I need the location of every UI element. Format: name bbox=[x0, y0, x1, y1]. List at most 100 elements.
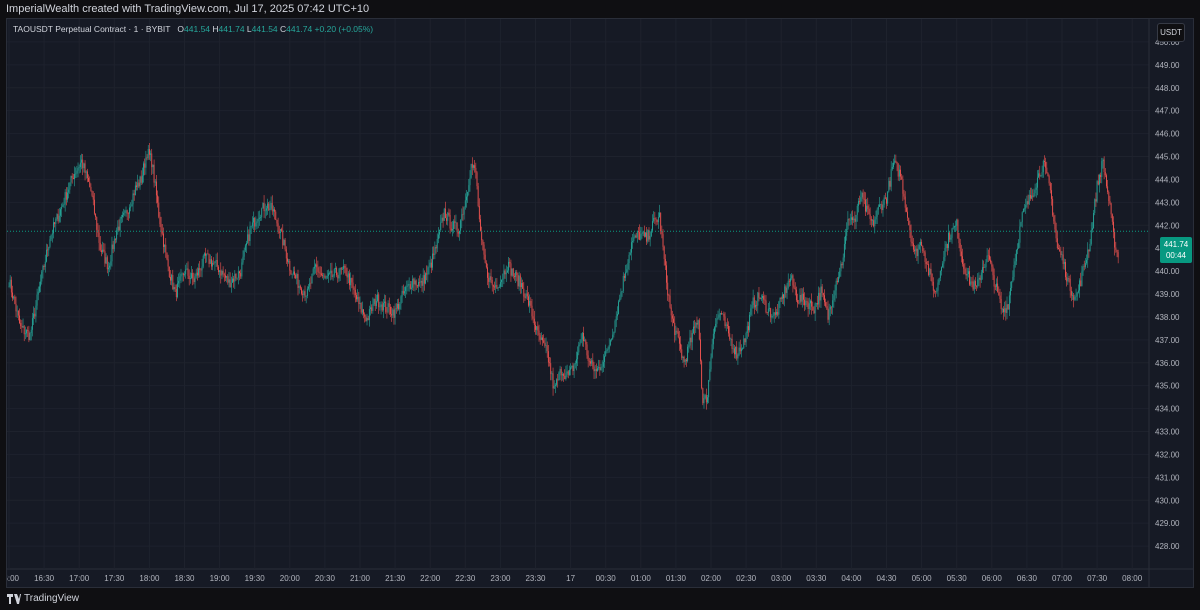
candle-body bbox=[159, 216, 161, 225]
candle-body bbox=[1093, 212, 1095, 229]
y-tick-label: 440.00 bbox=[1155, 267, 1180, 276]
candle-body bbox=[418, 282, 419, 287]
candle-body bbox=[553, 385, 555, 389]
candle-body bbox=[177, 283, 178, 297]
candle-body bbox=[680, 343, 682, 350]
candle-body bbox=[533, 318, 535, 326]
candle-body bbox=[125, 210, 127, 212]
candle-body bbox=[538, 330, 540, 336]
candle-body bbox=[54, 222, 56, 225]
candle-body bbox=[411, 287, 412, 289]
x-tick-label: 19:30 bbox=[245, 574, 266, 583]
footer-brand[interactable]: TradingView bbox=[24, 588, 79, 610]
candle-body bbox=[299, 285, 301, 289]
candle-body bbox=[161, 231, 163, 234]
candle-body bbox=[641, 233, 643, 235]
candle-body bbox=[937, 282, 939, 291]
candle-body bbox=[663, 246, 665, 260]
candle-body bbox=[849, 219, 851, 221]
candle-body bbox=[965, 273, 967, 276]
candle-body bbox=[404, 291, 405, 294]
candle-body bbox=[767, 308, 769, 313]
candle-body bbox=[702, 387, 704, 404]
currency-button[interactable]: USDT bbox=[1157, 23, 1185, 42]
candle-body bbox=[79, 162, 81, 168]
candle-body bbox=[929, 268, 931, 276]
candle-body bbox=[21, 326, 23, 328]
candle-body bbox=[1032, 195, 1034, 197]
candle-body bbox=[23, 326, 25, 335]
candle-body bbox=[75, 173, 77, 175]
candle-body bbox=[856, 205, 858, 215]
candle-body bbox=[558, 372, 560, 381]
candle-body bbox=[455, 222, 457, 224]
candle-body bbox=[864, 199, 866, 212]
candle-body bbox=[31, 318, 33, 330]
chart-pane[interactable]: 428.00 429.00 430.00 431.00 432.00 433.00 434.… bbox=[6, 18, 1194, 588]
candle-body bbox=[818, 292, 820, 305]
candle-body bbox=[517, 274, 519, 287]
candle-body bbox=[1104, 171, 1106, 176]
candle-body bbox=[154, 181, 156, 183]
candle-body bbox=[151, 153, 153, 168]
y-tick-label: 433.00 bbox=[1155, 428, 1180, 437]
candle-body bbox=[843, 243, 845, 258]
candlestick-chart[interactable]: 428.00 429.00 430.00 431.00 432.00 433.00 434.… bbox=[7, 19, 1193, 587]
candle-body bbox=[67, 192, 68, 200]
x-tick-label: 22:00 bbox=[420, 574, 441, 583]
candle-body bbox=[138, 182, 140, 187]
candle-body bbox=[310, 282, 312, 284]
candle-body bbox=[48, 246, 50, 251]
candle-body bbox=[429, 262, 431, 267]
candle-body bbox=[1017, 248, 1018, 251]
candle-body bbox=[693, 326, 694, 333]
candle-body bbox=[491, 279, 493, 286]
candle-body bbox=[829, 306, 831, 310]
legend-change: +0.20 (+0.05%) bbox=[314, 24, 374, 34]
candle-body bbox=[360, 303, 362, 313]
candle-body bbox=[841, 263, 843, 266]
candle-body bbox=[344, 265, 346, 268]
candle-body bbox=[643, 232, 645, 237]
candle-body bbox=[408, 284, 410, 285]
candle-body bbox=[322, 275, 324, 276]
candle-body bbox=[626, 269, 628, 273]
candle-body bbox=[422, 275, 424, 286]
tradingview-logo-icon[interactable] bbox=[7, 594, 21, 604]
candle-body bbox=[377, 294, 378, 302]
candle-body bbox=[521, 283, 522, 288]
candle-body bbox=[502, 278, 504, 280]
candle-body bbox=[1067, 278, 1069, 282]
candle-body bbox=[364, 314, 366, 317]
candle-body bbox=[1042, 160, 1044, 173]
candle-body bbox=[288, 260, 290, 262]
candle-body bbox=[106, 257, 108, 270]
candle-body bbox=[526, 293, 528, 297]
candle-body bbox=[316, 264, 318, 268]
candle-body bbox=[457, 231, 459, 234]
candle-body bbox=[33, 313, 35, 319]
candle-body bbox=[972, 281, 974, 290]
candle-body bbox=[832, 300, 834, 308]
candle-body bbox=[420, 280, 422, 283]
candle-body bbox=[124, 210, 126, 213]
candle-body bbox=[1110, 203, 1112, 215]
candle-body bbox=[442, 217, 444, 221]
candle-body bbox=[225, 275, 226, 278]
candle-body bbox=[908, 217, 910, 225]
x-tick-label: 17 bbox=[566, 574, 575, 583]
candle-body bbox=[444, 208, 446, 219]
candle-body bbox=[745, 333, 747, 343]
legend-symbol[interactable]: TAOUSDT Perpetual Contract · 1 · BYBIT bbox=[13, 24, 170, 34]
candle-body bbox=[868, 208, 870, 215]
candle-body bbox=[320, 273, 322, 276]
x-tick-label: 03:30 bbox=[806, 574, 827, 583]
candle-body bbox=[13, 296, 15, 299]
candle-body bbox=[1045, 162, 1047, 168]
candle-body bbox=[1027, 201, 1029, 205]
candle-body bbox=[489, 276, 491, 282]
candle-body bbox=[805, 301, 807, 306]
candle-body bbox=[872, 220, 873, 221]
candle-body bbox=[40, 281, 42, 287]
candle-body bbox=[312, 268, 314, 274]
